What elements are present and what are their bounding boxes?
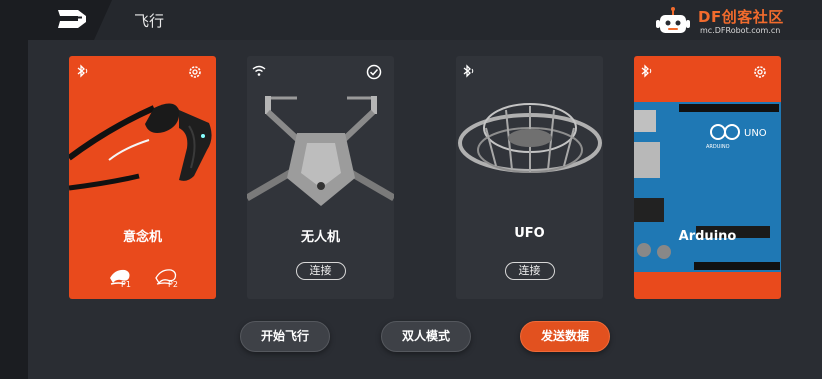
header-bar: 飞行 DF创客社区 mc.DFRobot.com.cn	[0, 0, 822, 40]
card-mind-controller[interactable]: 意念机 P1 P2	[69, 56, 216, 299]
svg-text:UNO: UNO	[744, 128, 767, 139]
settings-icon[interactable]	[752, 64, 768, 80]
connect-ufo-button[interactable]: 连接	[504, 262, 555, 280]
ufo-image	[458, 103, 602, 173]
page-title: 飞行	[134, 12, 165, 30]
send-data-button[interactable]: 发送数据	[520, 321, 610, 352]
card-ufo[interactable]: UFO 连接	[456, 56, 603, 299]
card-drone[interactable]: 无人机 连接	[247, 56, 394, 299]
bluetooth-icon	[77, 64, 88, 78]
brand-name: DF创客社区	[698, 8, 784, 26]
check-circle-icon	[366, 64, 382, 80]
bluetooth-icon	[641, 64, 652, 78]
player-one-label: P1	[121, 280, 131, 289]
card-arduino[interactable]: UNO ARDUINO Arduino	[634, 56, 781, 299]
dual-mode-button[interactable]: 双人模式	[381, 321, 471, 352]
wifi-icon	[252, 65, 266, 76]
headset-image	[69, 103, 212, 191]
card-title: Arduino	[678, 229, 737, 244]
back-button[interactable]	[0, 0, 112, 40]
drone-image	[247, 96, 394, 206]
arduino-board-image: UNO ARDUINO	[634, 102, 781, 272]
robot-icon	[656, 7, 690, 33]
player-two-label: P2	[168, 280, 178, 289]
card-title: UFO	[514, 226, 545, 241]
bluetooth-icon	[463, 64, 474, 78]
start-flight-button[interactable]: 开始飞行	[240, 321, 330, 352]
svg-text:ARDUINO: ARDUINO	[706, 144, 730, 150]
brand-logo: DF创客社区 mc.DFRobot.com.cn	[654, 4, 804, 38]
card-title: 无人机	[300, 230, 340, 245]
brand-url: mc.DFRobot.com.cn	[700, 26, 781, 35]
side-strip	[0, 0, 28, 379]
connect-drone-button[interactable]: 连接	[295, 262, 346, 280]
settings-icon[interactable]	[187, 64, 203, 80]
card-title: 意念机	[122, 230, 162, 245]
app-logo-icon	[56, 10, 86, 28]
